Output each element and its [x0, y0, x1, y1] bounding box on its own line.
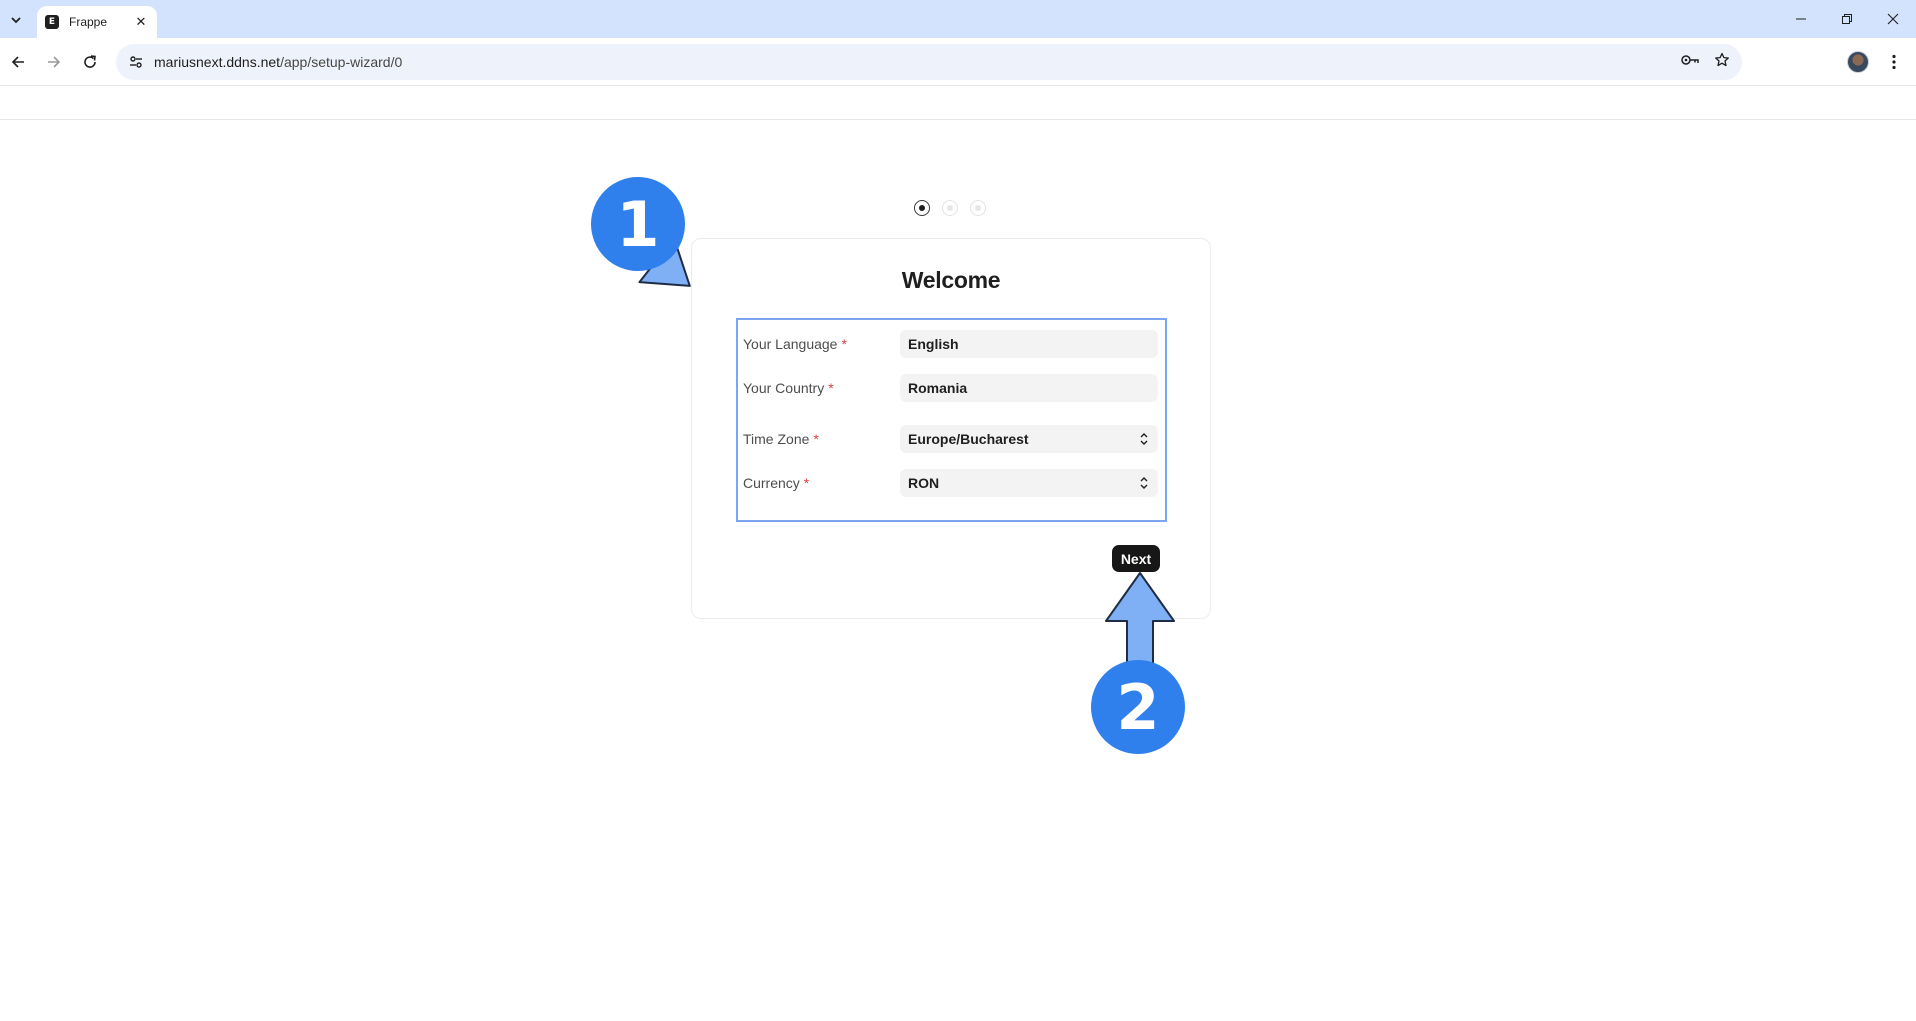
currency-select[interactable]: RON	[900, 469, 1158, 497]
annotation-badge-1: 1	[591, 177, 685, 271]
required-marker: *	[813, 431, 819, 447]
forward-button[interactable]	[42, 50, 66, 74]
browser-tab[interactable]: E Frappe ✕	[37, 6, 157, 38]
currency-row: Currency * RON	[743, 469, 1159, 497]
next-button[interactable]: Next	[1112, 545, 1160, 572]
address-bar[interactable]: mariusnext.ddns.net/app/setup-wizard/0	[116, 44, 1742, 80]
required-marker: *	[803, 475, 810, 491]
arrow-left-icon	[11, 56, 24, 68]
timezone-label: Time Zone *	[743, 431, 819, 447]
reload-button[interactable]	[78, 50, 102, 74]
url-path: /app/setup-wizard/0	[280, 54, 403, 70]
language-label: Your Language *	[743, 336, 847, 352]
chevron-down-icon	[11, 17, 21, 24]
language-row: Your Language * English	[743, 330, 1159, 358]
annotation-badge-2: 2	[1091, 660, 1185, 754]
url-host: mariusnext.ddns.net	[154, 54, 281, 70]
more-vertical-icon	[1892, 54, 1896, 70]
window-controls	[1778, 0, 1916, 38]
country-row: Your Country * Romania	[743, 374, 1159, 402]
tab-title: Frappe	[69, 15, 108, 29]
wizard-title: Welcome	[901, 267, 1001, 293]
url-text: mariusnext.ddns.net/app/setup-wizard/0	[154, 54, 1680, 70]
arrow-right-icon	[48, 56, 61, 68]
timezone-select[interactable]: Europe/Bucharest	[900, 425, 1158, 453]
wizard-step-1	[914, 200, 930, 216]
frappe-favicon-icon: E	[45, 15, 59, 29]
bookmark-star-icon[interactable]	[1714, 52, 1730, 73]
minimize-icon	[1796, 18, 1806, 20]
select-caret-icon	[1138, 475, 1150, 491]
restore-icon	[1842, 14, 1852, 24]
currency-label: Currency *	[743, 475, 810, 491]
select-caret-icon	[1138, 431, 1150, 447]
required-marker: *	[841, 336, 847, 352]
browser-toolbar: mariusnext.ddns.net/app/setup-wizard/0	[0, 38, 1916, 86]
site-settings-icon[interactable]	[126, 52, 146, 72]
wizard-step-2	[942, 200, 958, 216]
reload-icon	[84, 55, 96, 68]
wizard-step-3	[970, 200, 986, 216]
back-button[interactable]	[6, 50, 30, 74]
password-key-icon[interactable]	[1680, 52, 1700, 73]
browser-tab-strip: E Frappe ✕	[0, 0, 1916, 38]
country-label: Your Country *	[743, 380, 834, 396]
close-window-button[interactable]	[1870, 0, 1916, 38]
tab-search-button[interactable]	[4, 8, 28, 32]
page-header-divider	[0, 119, 1916, 120]
tab-close-icon[interactable]: ✕	[133, 14, 149, 30]
close-icon	[1887, 13, 1899, 25]
restore-button[interactable]	[1824, 0, 1870, 38]
timezone-row: Time Zone * Europe/Bucharest	[743, 425, 1159, 453]
country-field[interactable]: Romania	[900, 374, 1158, 402]
minimize-button[interactable]	[1778, 0, 1824, 38]
browser-menu-button[interactable]	[1882, 50, 1906, 74]
language-field[interactable]: English	[900, 330, 1158, 358]
profile-avatar[interactable]	[1847, 51, 1869, 73]
required-marker: *	[828, 380, 834, 396]
wizard-step-indicator	[914, 200, 986, 216]
